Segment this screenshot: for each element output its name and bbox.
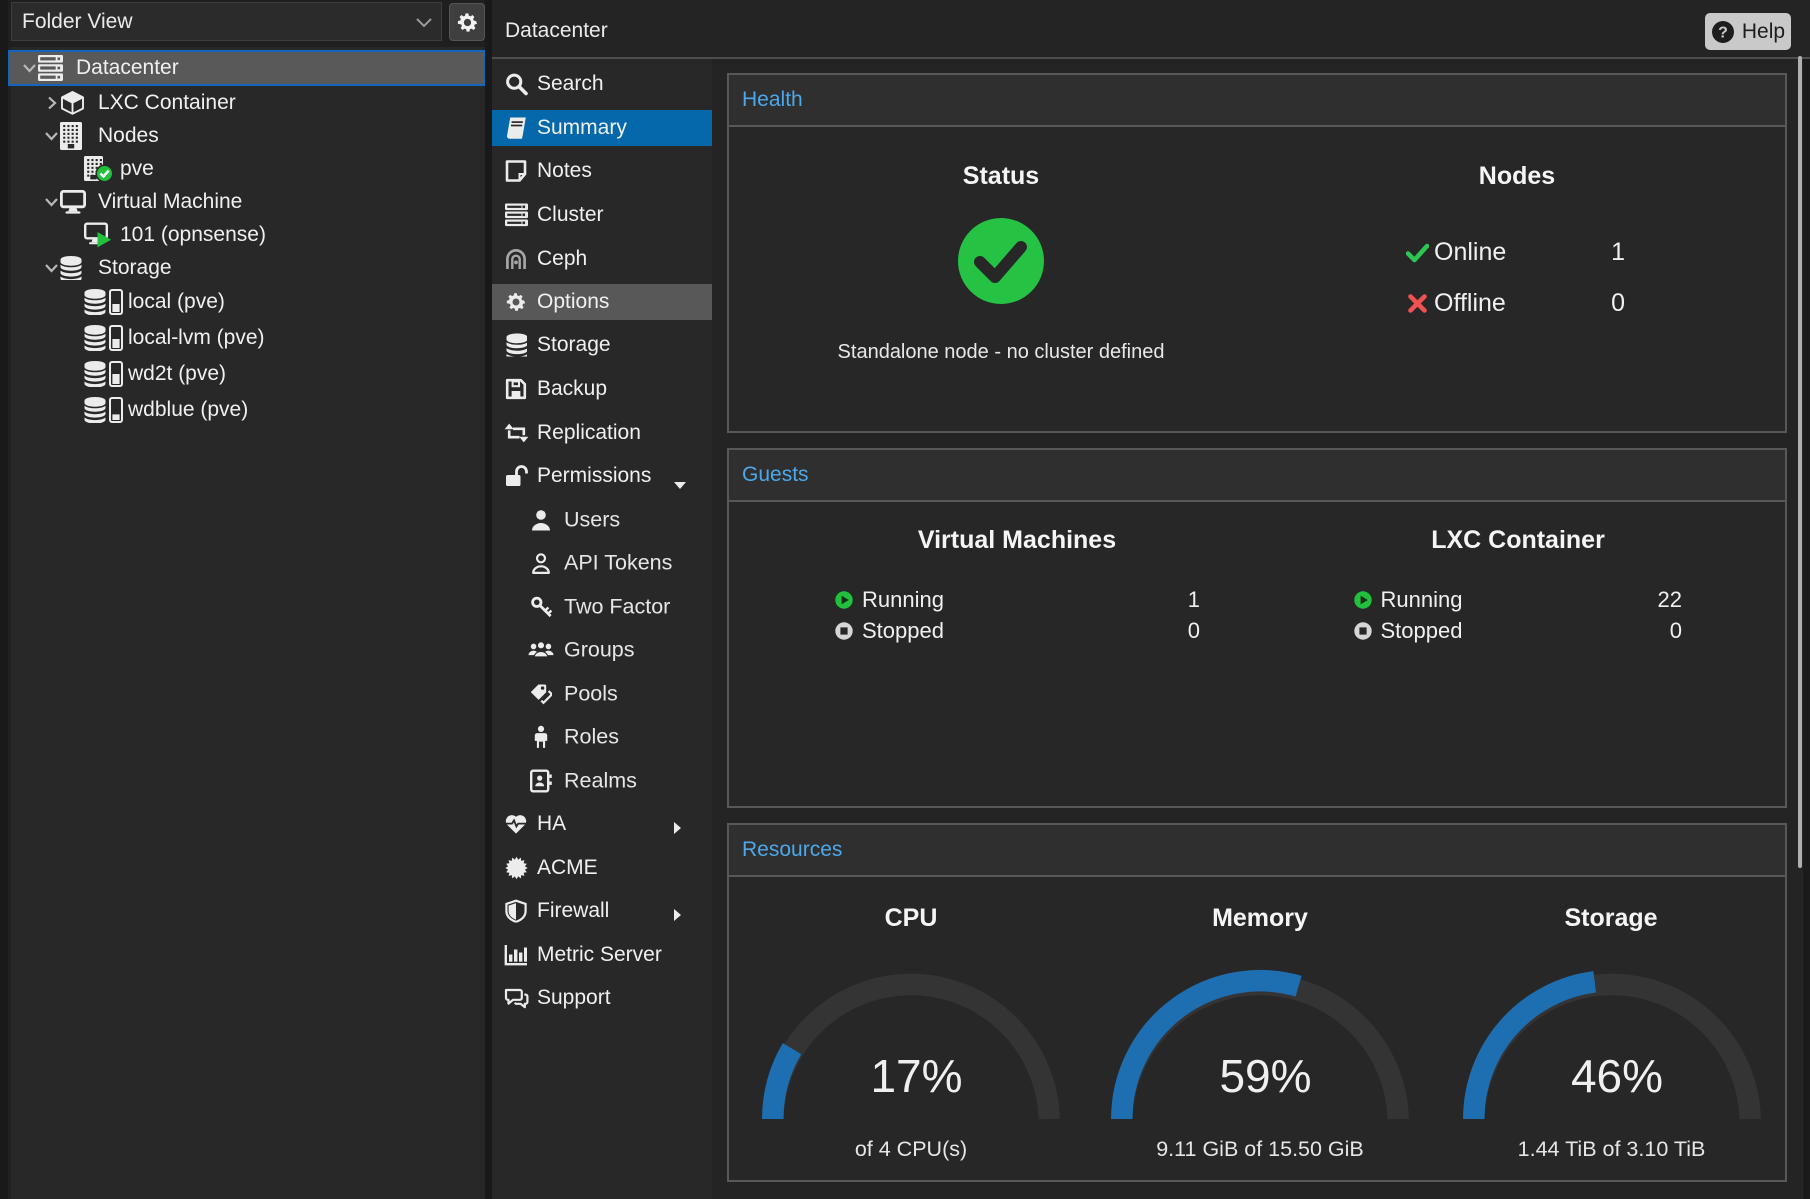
svg-text:?: ? bbox=[1718, 24, 1728, 41]
